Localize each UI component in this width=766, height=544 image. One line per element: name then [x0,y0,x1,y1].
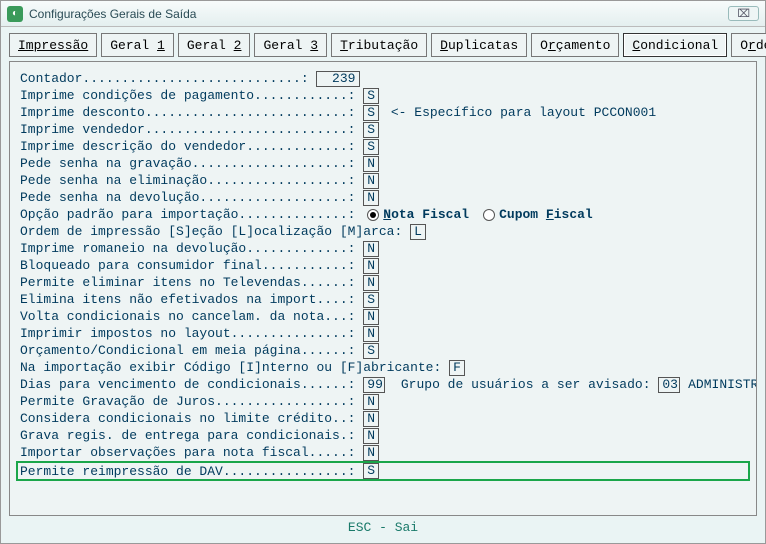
row-permite-reimpressao-dav: Permite reimpressão de DAV..............… [16,461,750,481]
row-pede-senha-eliminacao: Pede senha na eliminação................… [20,172,746,189]
row-imprime-desconto: Imprime desconto........................… [20,104,746,121]
pede-senha-eliminacao-field[interactable]: N [363,173,379,189]
elimina-itens-field[interactable]: S [363,292,379,308]
imprime-desconto-field[interactable]: S [363,105,379,121]
tab-impressao[interactable]: Impressão [9,33,97,57]
ordem-impressao-field[interactable]: L [410,224,426,240]
tab-bar: Impressão Geral 1 Geral 2 Geral 3 Tribut… [9,33,757,57]
tab-condicional[interactable]: Condicional [623,33,727,57]
row-imprimir-impostos: Imprimir impostos no layout.............… [20,325,746,342]
tab-duplicatas[interactable]: Duplicatas [431,33,527,57]
titlebar: ◐ Configurações Gerais de Saída ⌧ [1,1,765,27]
imprime-vendedor-field[interactable]: S [363,122,379,138]
window-title: Configurações Gerais de Saída [29,7,728,21]
row-bloqueado-consumidor: Bloqueado para consumidor final.........… [20,257,746,274]
row-permite-eliminar-televendas: Permite eliminar itens no Televendas....… [20,274,746,291]
row-contador: Contador............................: 23… [20,70,746,87]
grava-regis-field[interactable]: N [363,428,379,444]
import-obs-field[interactable]: N [363,445,379,461]
imprime-condicoes-field[interactable]: S [363,88,379,104]
row-opcao-padrao-importacao: Opção padrão para importação............… [20,206,746,223]
considera-cond-field[interactable]: N [363,411,379,427]
row-imprime-condicoes: Imprime condições de pagamento..........… [20,87,746,104]
tab-geral-3[interactable]: Geral 3 [254,33,327,57]
window: ◐ Configurações Gerais de Saída ⌧ Impres… [0,0,766,544]
row-importar-observacoes: Importar observações para nota fiscal...… [20,444,746,461]
row-imprime-romaneio: Imprime romaneio na devolução...........… [20,240,746,257]
tab-orcamento[interactable]: Orçamento [531,33,619,57]
bloqueado-consumidor-field[interactable]: N [363,258,379,274]
row-elimina-itens-import: Elimina itens não efetivados na import..… [20,291,746,308]
radio-nota-fiscal[interactable]: Nota Fiscal [367,206,469,223]
orcamento-meia-field[interactable]: S [363,343,379,359]
permite-eliminar-tv-field[interactable]: N [363,275,379,291]
content-area: Impressão Geral 1 Geral 2 Geral 3 Tribut… [1,27,765,543]
row-considera-condicionais: Considera condicionais no limite crédito… [20,410,746,427]
row-importacao-codigo: Na importação exibir Código [I]nterno ou… [20,359,746,376]
tab-tributacao[interactable]: Tributação [331,33,427,57]
grupo-usuarios-name: ADMINISTRA [680,376,757,393]
footer-hint: ESC - Sai [9,516,757,541]
row-dias-vencimento: Dias para vencimento de condicionais....… [20,376,746,393]
row-pede-senha-devolucao: Pede senha na devolução.................… [20,189,746,206]
tab-geral-2[interactable]: Geral 2 [178,33,251,57]
contador-label: Contador............................: [20,70,316,87]
imprime-desc-vendedor-field[interactable]: S [363,139,379,155]
row-imprime-vendedor: Imprime vendedor........................… [20,121,746,138]
row-pede-senha-gravacao: Pede senha na gravação..................… [20,155,746,172]
row-permite-gravacao-juros: Permite Gravação de Juros...............… [20,393,746,410]
grav-juros-field[interactable]: N [363,394,379,410]
volta-condicionais-field[interactable]: N [363,309,379,325]
imprimir-impostos-field[interactable]: N [363,326,379,342]
radio-cupom-fiscal[interactable]: Cupom Fiscal [483,206,593,223]
dias-vencimento-field[interactable]: 99 [363,377,385,393]
tab-geral-1[interactable]: Geral 1 [101,33,174,57]
contador-field[interactable]: 239 [316,71,360,87]
imprime-romaneio-field[interactable]: N [363,241,379,257]
import-radio-group: Nota Fiscal Cupom Fiscal [367,206,592,223]
row-ordem-impressao: Ordem de impressão [S]eção [L]ocalização… [20,223,746,240]
grupo-usuarios-label: Grupo de usuários a ser avisado: [385,376,658,393]
grupo-usuarios-field[interactable]: 03 [658,377,680,393]
permite-reimp-dav-field[interactable]: S [363,463,379,479]
row-imprime-desc-vendedor: Imprime descrição do vendedor...........… [20,138,746,155]
pede-senha-devolucao-field[interactable]: N [363,190,379,206]
row-orcamento-meia-pagina: Orçamento/Condicional em meia página....… [20,342,746,359]
radio-dot-icon [483,209,495,221]
radio-dot-icon [367,209,379,221]
imprime-desconto-note: <- Específico para layout PCCON001 [383,104,656,121]
tab-ordem-cred[interactable]: Ordem Cred. [731,33,766,57]
close-button[interactable]: ⌧ [728,6,759,21]
row-volta-condicionais: Volta condicionais no cancelam. da nota.… [20,308,746,325]
app-icon: ◐ [7,6,23,22]
importacao-codigo-field[interactable]: F [449,360,465,376]
settings-panel: Contador............................: 23… [9,61,757,516]
pede-senha-gravacao-field[interactable]: N [363,156,379,172]
row-grava-regis-entrega: Grava regis. de entrega para condicionai… [20,427,746,444]
